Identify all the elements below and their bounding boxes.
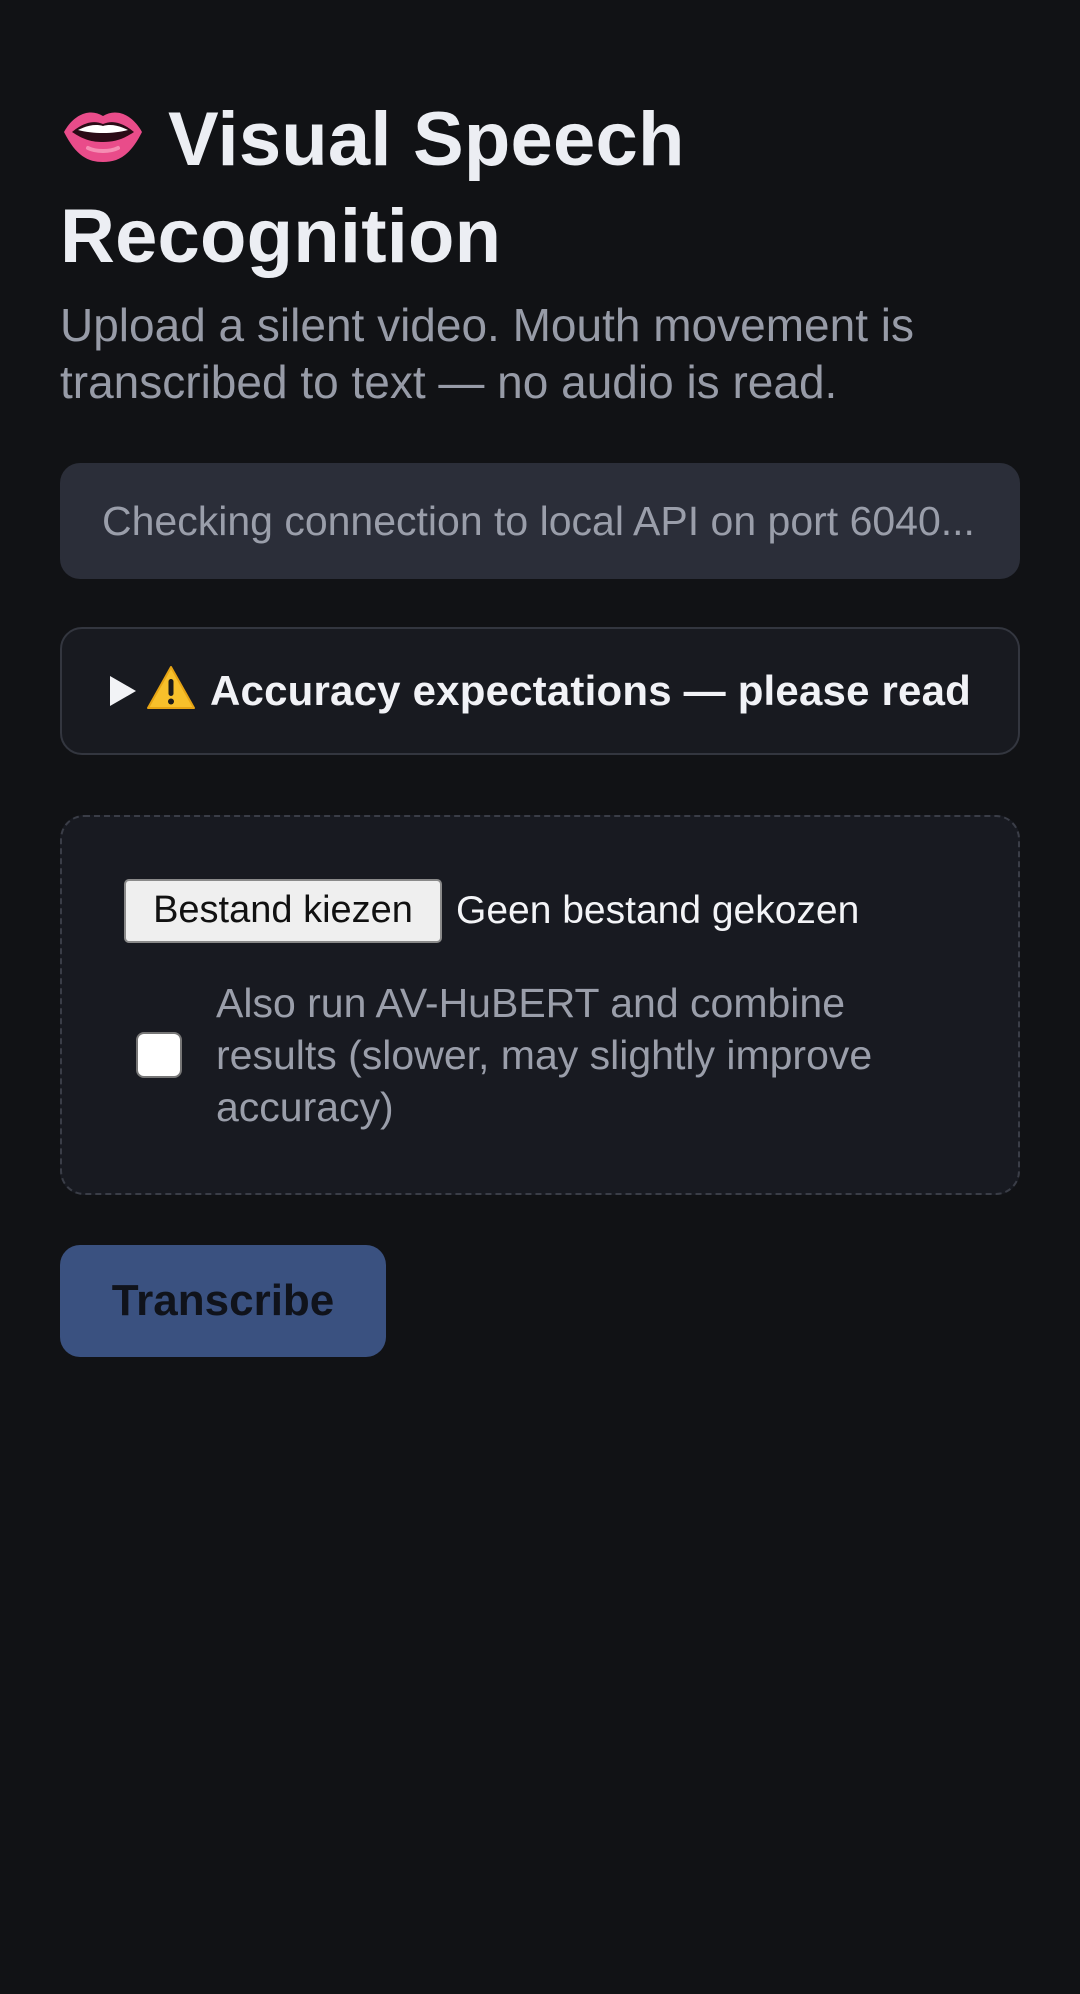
- accordion-label: Accuracy expectations — please read: [210, 666, 972, 714]
- upload-panel: Bestand kiezen Geen bestand gekozen Also…: [60, 814, 1020, 1195]
- accuracy-accordion[interactable]: Accuracy expectations — please read: [60, 626, 1020, 755]
- choose-file-button[interactable]: Bestand kiezen: [124, 878, 442, 943]
- connection-status: Checking connection to local API on port…: [60, 462, 1020, 579]
- disclosure-triangle-icon: [110, 675, 136, 706]
- title-text: Visual Speech Recognition: [60, 97, 685, 279]
- lips-icon: [60, 93, 146, 185]
- av-hubert-checkbox[interactable]: [136, 1031, 182, 1078]
- file-input[interactable]: Bestand kiezen Geen bestand gekozen: [124, 878, 860, 943]
- av-hubert-option[interactable]: Also run AV-HuBERT and combine results (…: [136, 977, 996, 1133]
- page: Visual Speech Recognition Upload a silen…: [0, 0, 1080, 1994]
- page-subtitle: Upload a silent video. Mouth movement is…: [60, 298, 914, 408]
- av-hubert-label[interactable]: Also run AV-HuBERT and combine results (…: [216, 977, 946, 1133]
- transcribe-button[interactable]: Transcribe: [60, 1244, 386, 1357]
- file-status: Geen bestand gekozen: [456, 888, 860, 932]
- warning-icon: [146, 665, 196, 716]
- page-title: Visual Speech Recognition: [60, 0, 1020, 283]
